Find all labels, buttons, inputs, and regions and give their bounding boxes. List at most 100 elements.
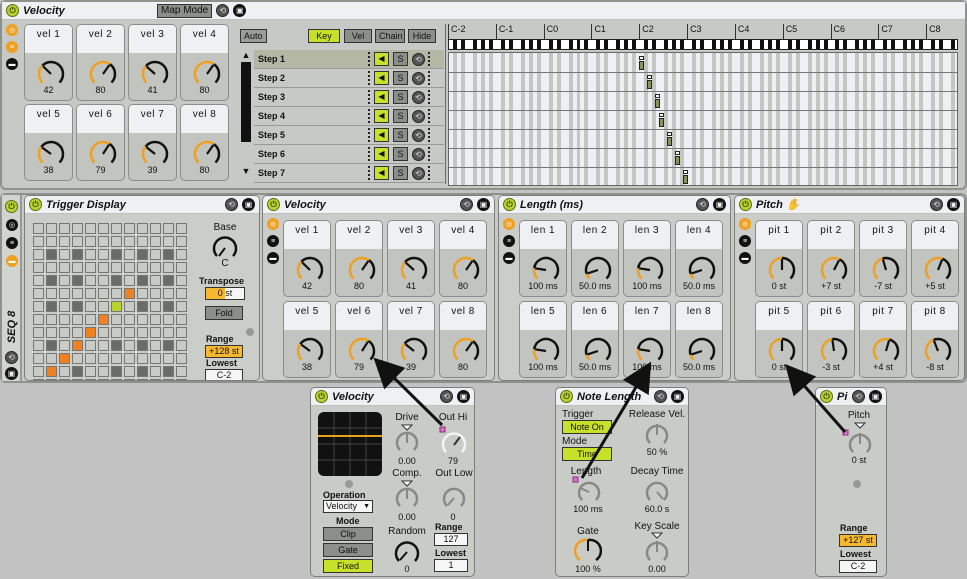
- length-knob[interactable]: [572, 476, 604, 504]
- trigger-pad[interactable]: [110, 313, 123, 326]
- black-key[interactable]: [548, 40, 553, 49]
- drag-handle[interactable]: [368, 128, 371, 142]
- hot-swap-icon[interactable]: ⟲: [412, 71, 425, 85]
- black-key[interactable]: [700, 40, 704, 49]
- macro-3[interactable]: len 3 100 ms: [623, 220, 671, 297]
- trigger-pad[interactable]: [175, 235, 188, 248]
- black-key[interactable]: [795, 40, 800, 49]
- black-key[interactable]: [939, 40, 944, 49]
- trigger-pad[interactable]: [136, 326, 149, 339]
- black-key[interactable]: [664, 40, 669, 49]
- chain-row[interactable]: Step 1 ◀ S ⟲: [254, 50, 444, 69]
- hide-button[interactable]: Hide: [408, 29, 436, 43]
- trigger-pad[interactable]: [175, 300, 188, 313]
- trigger-pad[interactable]: [58, 274, 71, 287]
- trigger-pad[interactable]: [97, 248, 110, 261]
- trigger-pad[interactable]: [84, 313, 97, 326]
- power-icon[interactable]: ⏻: [560, 390, 573, 403]
- decay-time-knob[interactable]: [644, 478, 670, 504]
- trigger-pad[interactable]: [149, 339, 162, 352]
- gate-button[interactable]: Gate: [323, 543, 373, 557]
- drive-knob[interactable]: [394, 424, 420, 454]
- trigger-pad[interactable]: [58, 365, 71, 378]
- black-key[interactable]: [624, 40, 629, 49]
- trigger-pad[interactable]: [175, 326, 188, 339]
- macro-2[interactable]: pit 2 +7 st: [807, 220, 855, 297]
- trigger-pad[interactable]: [71, 248, 84, 261]
- chain-activator-button[interactable]: ◀: [374, 52, 389, 66]
- trigger-pad[interactable]: [175, 378, 188, 380]
- trigger-pad[interactable]: [136, 365, 149, 378]
- black-key[interactable]: [919, 40, 924, 49]
- black-key[interactable]: [747, 40, 752, 49]
- device-view-icon[interactable]: ▬: [267, 252, 279, 264]
- auto-button[interactable]: Auto: [240, 29, 267, 43]
- power-icon[interactable]: ⏻: [315, 390, 328, 403]
- trigger-pad[interactable]: [58, 352, 71, 365]
- trigger-pad[interactable]: [110, 248, 123, 261]
- black-key[interactable]: [680, 40, 685, 49]
- drag-handle[interactable]: [428, 90, 431, 104]
- trigger-pad[interactable]: [136, 339, 149, 352]
- black-key[interactable]: [480, 40, 485, 49]
- hot-swap-icon[interactable]: ⟲: [412, 166, 425, 180]
- macro-view-icon[interactable]: ◎: [6, 24, 18, 36]
- chain-row[interactable]: Step 3 ◀ S ⟲: [254, 88, 444, 107]
- trigger-pad[interactable]: [123, 235, 136, 248]
- save-preset-icon[interactable]: ▣: [233, 4, 247, 17]
- trigger-pad[interactable]: [110, 378, 123, 380]
- trigger-pad[interactable]: [97, 365, 110, 378]
- macro-8[interactable]: vel 8 80: [439, 301, 487, 378]
- trigger-pad[interactable]: [136, 274, 149, 287]
- trigger-pad[interactable]: [71, 352, 84, 365]
- key-zone-marker[interactable]: [683, 170, 689, 184]
- range-field[interactable]: 127: [434, 533, 468, 546]
- macro-6[interactable]: len 6 50.0 ms: [571, 301, 619, 378]
- trigger-pad[interactable]: [162, 261, 175, 274]
- macro-5[interactable]: pit 5 0 st: [755, 301, 803, 378]
- drag-handle[interactable]: [368, 166, 371, 180]
- black-key[interactable]: [767, 40, 772, 49]
- macro-view-icon[interactable]: ◎: [503, 218, 515, 230]
- trigger-pad[interactable]: [58, 339, 71, 352]
- trigger-pad[interactable]: [123, 274, 136, 287]
- trigger-pad[interactable]: [45, 326, 58, 339]
- trigger-pad[interactable]: [58, 223, 71, 235]
- black-key[interactable]: [835, 40, 840, 49]
- velocity-curve-display[interactable]: [318, 412, 382, 476]
- macro-view-icon[interactable]: ◎: [739, 218, 751, 230]
- trigger-pad[interactable]: [97, 326, 110, 339]
- trigger-pad[interactable]: [162, 300, 175, 313]
- drag-handle[interactable]: [428, 166, 431, 180]
- trigger-pad[interactable]: [71, 339, 84, 352]
- black-key[interactable]: [576, 40, 581, 49]
- trigger-pad[interactable]: [110, 274, 123, 287]
- random-knob[interactable]: [393, 538, 421, 566]
- drag-handle[interactable]: [368, 109, 371, 123]
- macro-3[interactable]: vel 3 41: [128, 24, 177, 101]
- macro-6[interactable]: vel 6 79: [76, 104, 125, 181]
- trigger-pad[interactable]: [149, 365, 162, 378]
- trigger-pad[interactable]: [136, 352, 149, 365]
- trigger-pad[interactable]: [162, 313, 175, 326]
- trigger-pad[interactable]: [45, 274, 58, 287]
- trigger-pad[interactable]: [84, 248, 97, 261]
- chain-activator-button[interactable]: ◀: [374, 109, 389, 123]
- trigger-pad[interactable]: [58, 248, 71, 261]
- trigger-pad[interactable]: [149, 223, 162, 235]
- key-zone-marker[interactable]: [639, 56, 645, 70]
- chain-list-icon[interactable]: ≡: [6, 41, 18, 53]
- key-zone-marker[interactable]: [667, 132, 673, 146]
- trigger-pad[interactable]: [33, 261, 45, 274]
- trigger-pad[interactable]: [84, 287, 97, 300]
- macro-2[interactable]: vel 2 80: [335, 220, 383, 297]
- chain-activator-button[interactable]: ◀: [374, 90, 389, 104]
- trigger-pad[interactable]: [97, 223, 110, 235]
- key-scale-knob[interactable]: [644, 532, 670, 564]
- trigger-pad[interactable]: [162, 223, 175, 235]
- hot-swap-icon[interactable]: ⟲: [852, 390, 865, 403]
- trigger-pad[interactable]: [149, 274, 162, 287]
- trigger-pad[interactable]: [58, 313, 71, 326]
- hot-swap-icon[interactable]: ⟲: [5, 351, 18, 364]
- trigger-pad[interactable]: [149, 326, 162, 339]
